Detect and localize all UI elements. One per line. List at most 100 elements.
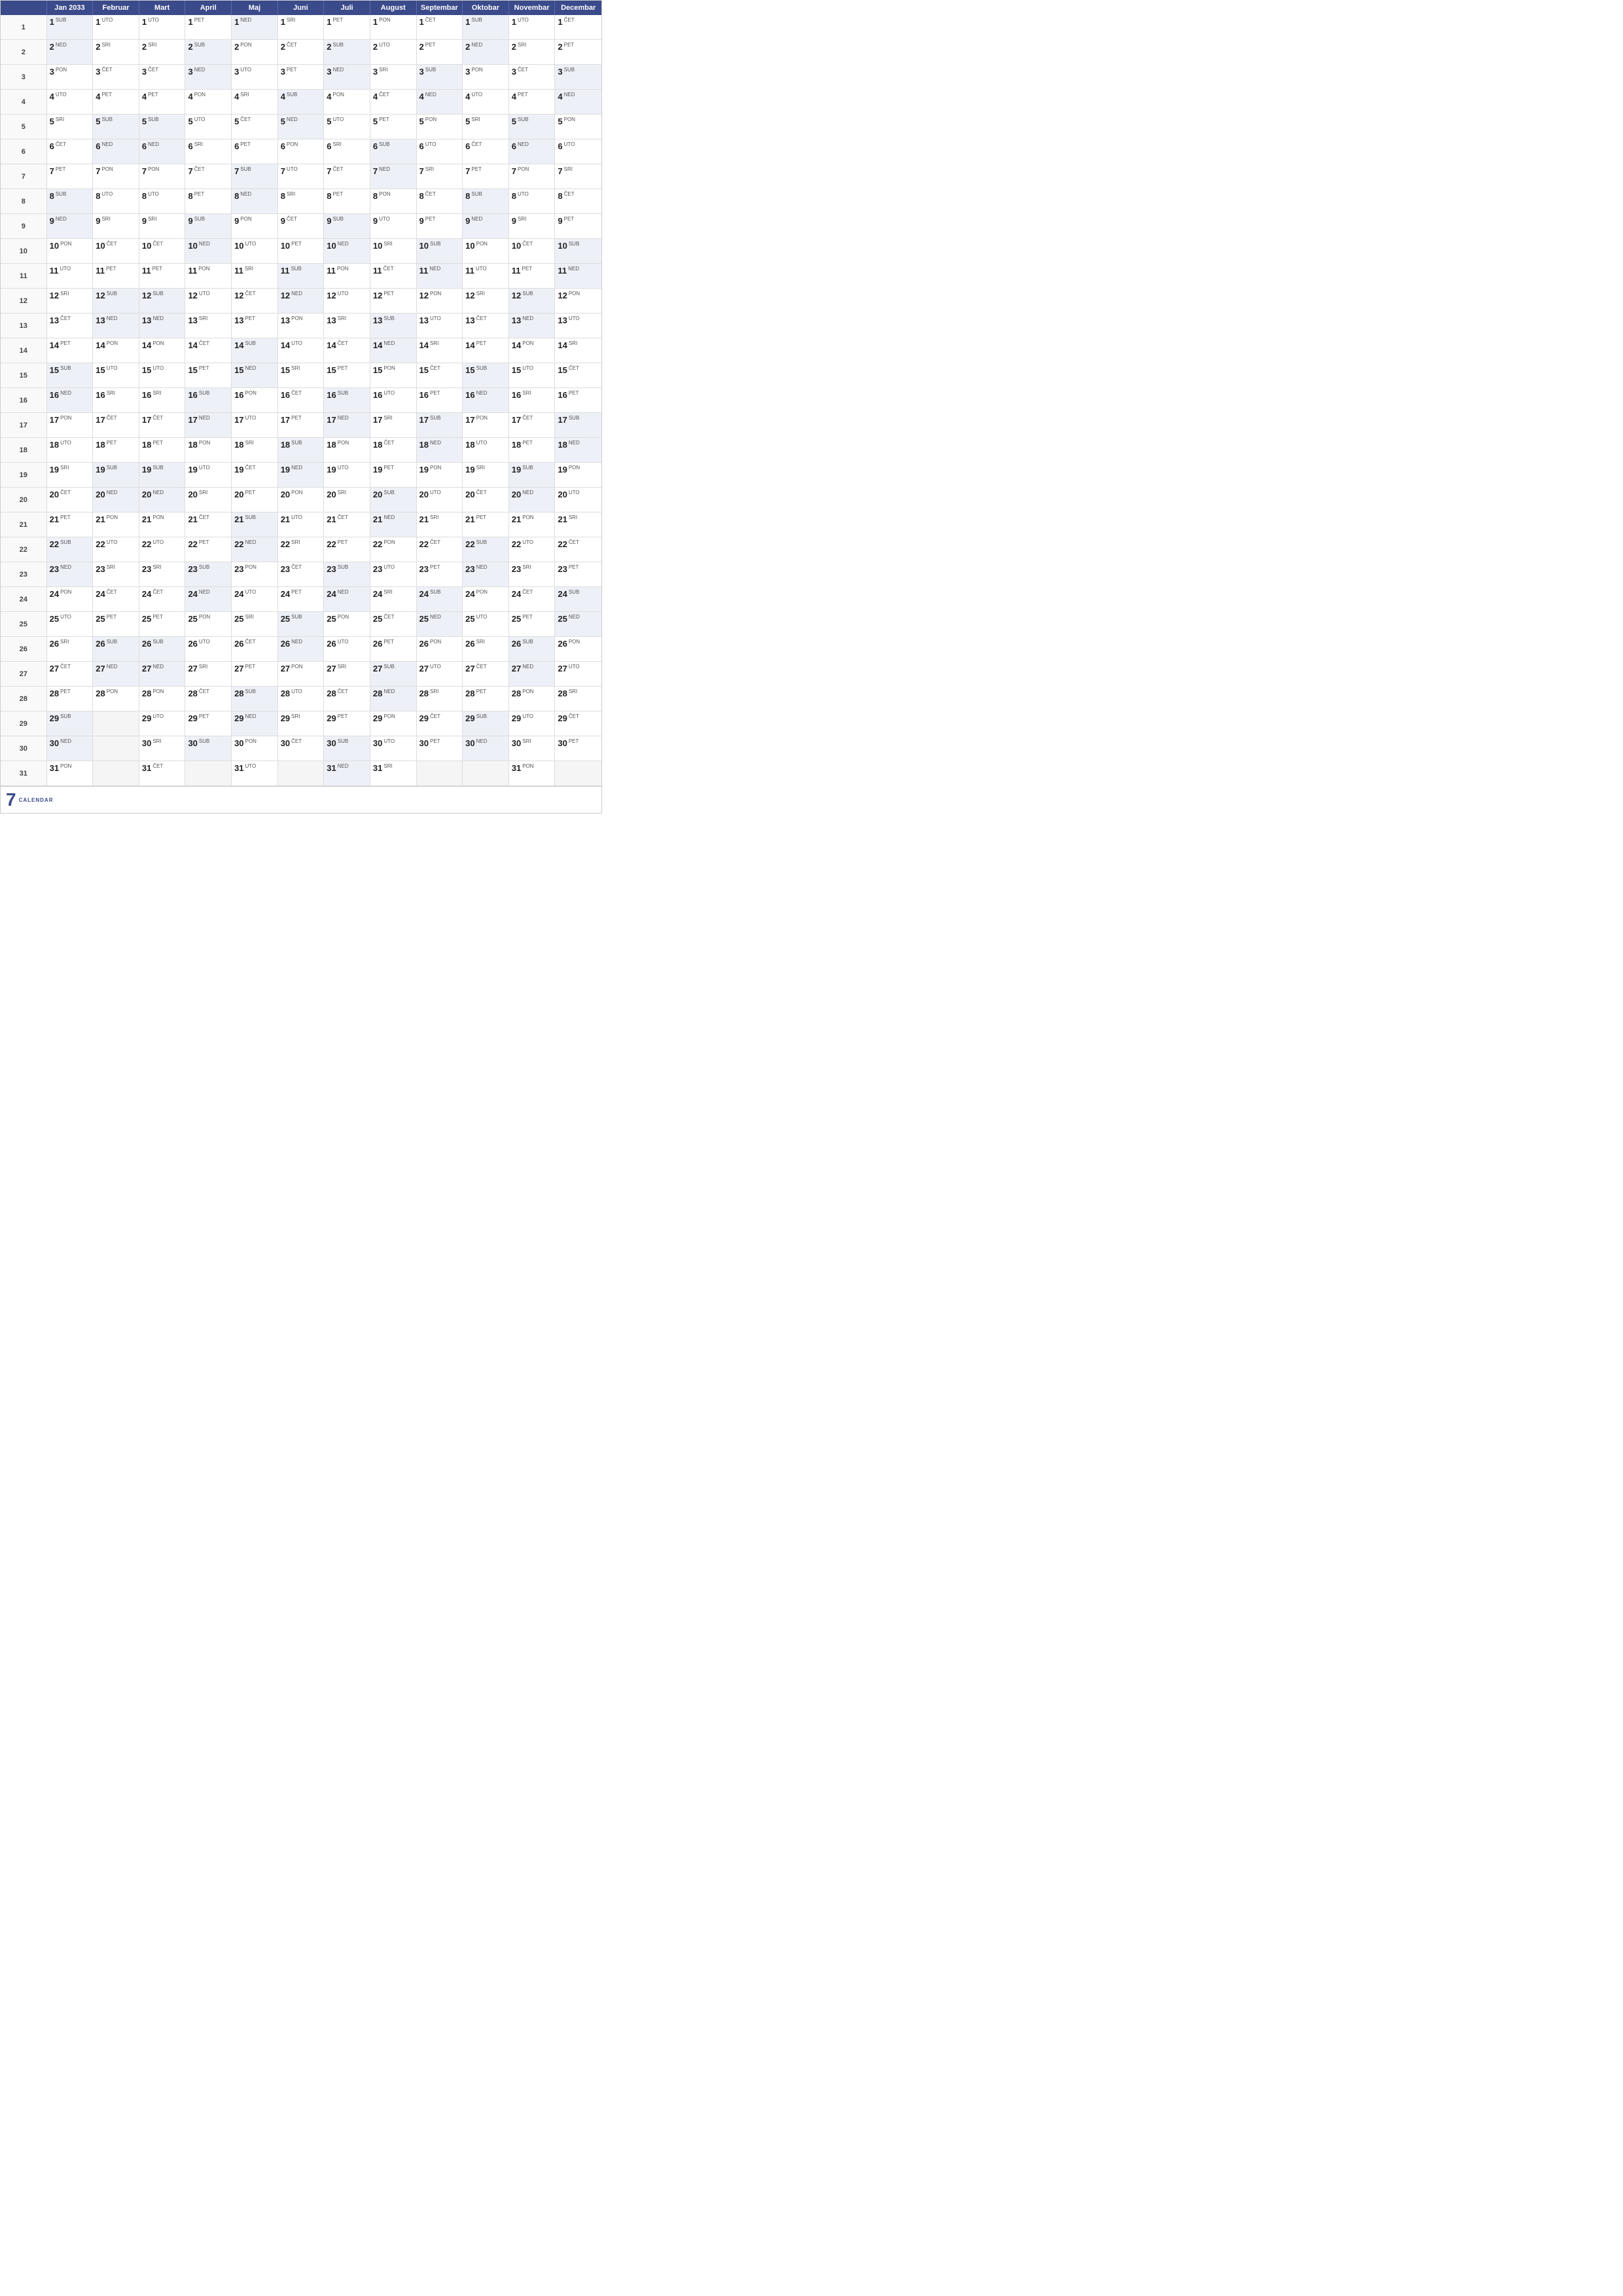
day-number: 4	[188, 92, 192, 101]
day-number: 19	[419, 465, 429, 475]
day-abbr: NED	[522, 664, 533, 670]
day-abbr: ČET	[476, 490, 487, 495]
day-number: 27	[50, 664, 59, 673]
day-abbr: PON	[291, 490, 302, 495]
day-abbr: SRI	[152, 738, 161, 744]
day-abbr: PET	[476, 514, 487, 520]
day-cell-4-m6: 4SUB	[278, 90, 325, 115]
day-abbr: SUB	[522, 465, 533, 471]
day-number: 11	[281, 266, 290, 276]
day-abbr: SRI	[101, 42, 110, 48]
day-cell-2-m4: 2SUB	[185, 40, 232, 65]
day-abbr: SRI	[430, 514, 438, 520]
day-number: 21	[50, 514, 59, 524]
day-number: 1	[419, 17, 424, 27]
day-cell-19-m4: 19UTO	[185, 463, 232, 488]
day-cell-4-m7: 4PON	[324, 90, 370, 115]
day-abbr: SUB	[471, 191, 482, 197]
day-cell-15-m3: 15UTO	[139, 363, 186, 388]
day-abbr: UTO	[430, 315, 441, 321]
day-cell-16-m2: 16SRI	[93, 388, 139, 413]
day-cell-1-m3: 1UTO	[139, 15, 186, 40]
day-number: 22	[465, 539, 474, 549]
day-abbr: PET	[569, 738, 579, 744]
day-cell-11-m4: 11PON	[185, 264, 232, 289]
day-abbr: SUB	[425, 67, 436, 73]
day-number: 17	[465, 415, 474, 425]
day-cell-19-m10: 19SRI	[463, 463, 509, 488]
day-number: 30	[281, 738, 290, 748]
day-number: 22	[281, 539, 290, 549]
day-cell-27-m1: 27ČET	[47, 662, 94, 687]
day-abbr: SUB	[245, 514, 256, 520]
day-number: 12	[142, 291, 151, 300]
day-abbr: PON	[107, 689, 118, 694]
day-number: 9	[512, 216, 516, 226]
day-cell-8-m11: 8UTO	[509, 189, 556, 214]
day-abbr: SUB	[56, 17, 66, 23]
day-abbr: ČET	[287, 216, 297, 222]
day-number: 15	[327, 365, 336, 375]
day-number: 17	[188, 415, 197, 425]
day-number: 30	[50, 738, 59, 748]
day-number: 27	[234, 664, 243, 673]
day-cell-19-m8: 19PET	[370, 463, 417, 488]
day-abbr: PET	[152, 614, 163, 620]
day-abbr: PON	[291, 315, 302, 321]
day-number: 24	[373, 589, 382, 599]
day-number: 14	[373, 340, 382, 350]
day-cell-27-m12: 27UTO	[555, 662, 601, 687]
day-abbr: PON	[245, 564, 257, 570]
day-cell-15-m12: 15ČET	[555, 363, 601, 388]
day-number: 2	[558, 42, 562, 52]
day-abbr: NED	[476, 564, 488, 570]
month-header-mar: Mart	[139, 1, 186, 15]
day-cell-19-m2: 19SUB	[93, 463, 139, 488]
day-number: 3	[281, 67, 285, 77]
day-number: 15	[419, 365, 429, 375]
day-number: 19	[50, 465, 59, 475]
day-number: 15	[373, 365, 382, 375]
day-number: 30	[373, 738, 382, 748]
day-cell-17-m4: 17NED	[185, 413, 232, 438]
day-number: 28	[465, 689, 474, 698]
day-cell-6-m10: 6ČET	[463, 139, 509, 164]
day-number: 5	[50, 117, 54, 126]
day-cell-21-m11: 21PON	[509, 512, 556, 537]
day-number: 7	[419, 166, 424, 176]
day-abbr: PON	[245, 738, 257, 744]
day-abbr: NED	[245, 539, 257, 545]
day-cell-24-m2: 24ČET	[93, 587, 139, 612]
day-abbr: SUB	[148, 117, 158, 122]
day-number: 10	[142, 241, 151, 251]
day-number: 27	[419, 664, 429, 673]
row-day-19: 19	[1, 463, 47, 488]
day-cell-23-m4: 23SUB	[185, 562, 232, 587]
day-cell-17-m2: 17ČET	[93, 413, 139, 438]
day-cell-15-m5: 15NED	[232, 363, 278, 388]
day-cell-21-m10: 21PET	[463, 512, 509, 537]
day-abbr: SRI	[199, 315, 207, 321]
day-abbr: SUB	[518, 117, 528, 122]
day-number: 22	[373, 539, 382, 549]
day-number: 5	[142, 117, 147, 126]
day-abbr: ČET	[569, 365, 579, 371]
day-abbr: NED	[199, 589, 210, 595]
day-abbr: PON	[569, 639, 580, 645]
day-abbr: SRI	[60, 465, 69, 471]
day-number: 4	[373, 92, 378, 101]
day-abbr: PET	[194, 17, 205, 23]
day-number: 13	[465, 315, 474, 325]
day-cell-27-m7: 27SRI	[324, 662, 370, 687]
day-abbr: NED	[240, 191, 251, 197]
day-abbr: UTO	[152, 539, 164, 545]
day-abbr: NED	[338, 415, 349, 421]
day-number: 5	[234, 117, 239, 126]
day-abbr: UTO	[148, 17, 159, 23]
day-number: 19	[188, 465, 197, 475]
day-number: 3	[188, 67, 192, 77]
day-abbr: SRI	[291, 713, 300, 719]
month-headers: Jan 2033 Februar Mart April Maj Juni Jul…	[1, 1, 601, 15]
day-number: 13	[327, 315, 336, 325]
day-cell-11-m10: 11UTO	[463, 264, 509, 289]
